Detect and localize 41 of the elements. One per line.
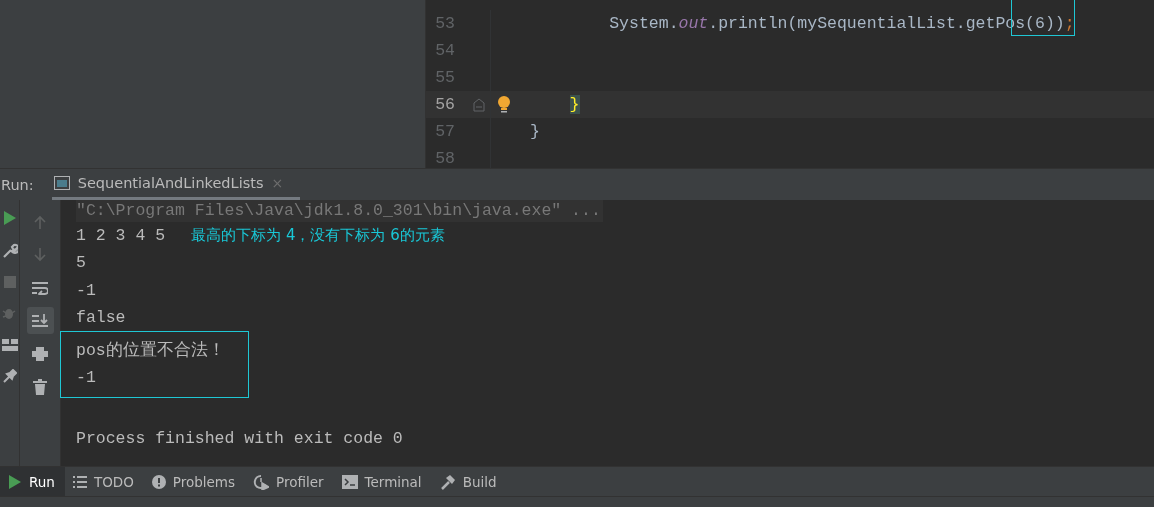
light-bulb-icon: [497, 95, 511, 114]
soft-wrap-icon: [32, 280, 48, 295]
line-number: 55: [434, 68, 455, 87]
exclamation-icon: [151, 474, 166, 489]
list-icon: [72, 475, 87, 488]
console-output: pos的位置不合法！: [76, 340, 225, 363]
line-number: 56: [434, 95, 455, 114]
layout-icon[interactable]: [1, 338, 18, 352]
tool-window-tab[interactable]: Terminal: [333, 467, 432, 497]
console-output: false: [76, 306, 126, 329]
up-arrow-icon: [34, 214, 46, 229]
run-label: Run:: [1, 176, 34, 193]
trash-icon: [33, 378, 47, 395]
tool-window-tab[interactable]: Run: [0, 467, 65, 497]
scroll-to-end-icon: [32, 313, 48, 328]
hammer-icon: [439, 473, 456, 490]
line-number: 57: [434, 122, 455, 141]
console-output: Process finished with exit code 0: [76, 428, 403, 451]
console-output: -1: [76, 279, 96, 302]
console-output: 5: [76, 252, 86, 275]
terminal-icon: [341, 474, 358, 489]
annotation-text: 最高的下标为 4，没有下标为 6的元素: [191, 225, 445, 246]
console-output: -1: [76, 367, 96, 390]
pin-icon[interactable]: [2, 369, 17, 383]
wrench-icon[interactable]: [1, 243, 18, 259]
console-output: 1 2 3 4 5: [76, 225, 166, 247]
line-number: 54: [434, 41, 455, 60]
down-arrow-icon: [34, 247, 46, 262]
console-window-icon: [53, 176, 70, 190]
code-line: }: [530, 122, 540, 141]
line-number: 58: [434, 149, 455, 168]
line-number: 53: [434, 14, 455, 33]
scroll-to-end-button[interactable]: [26, 307, 54, 334]
tool-window-tab[interactable]: Profiler: [245, 467, 334, 497]
tool-window-tab[interactable]: Build: [431, 467, 507, 497]
play-icon[interactable]: [2, 210, 17, 226]
tool-window-tab[interactable]: Problems: [143, 467, 246, 497]
play-icon: [8, 473, 22, 490]
tool-window-tab[interactable]: TODO: [64, 467, 144, 497]
profiler-icon: [253, 473, 270, 490]
fold-icon: [473, 97, 485, 112]
